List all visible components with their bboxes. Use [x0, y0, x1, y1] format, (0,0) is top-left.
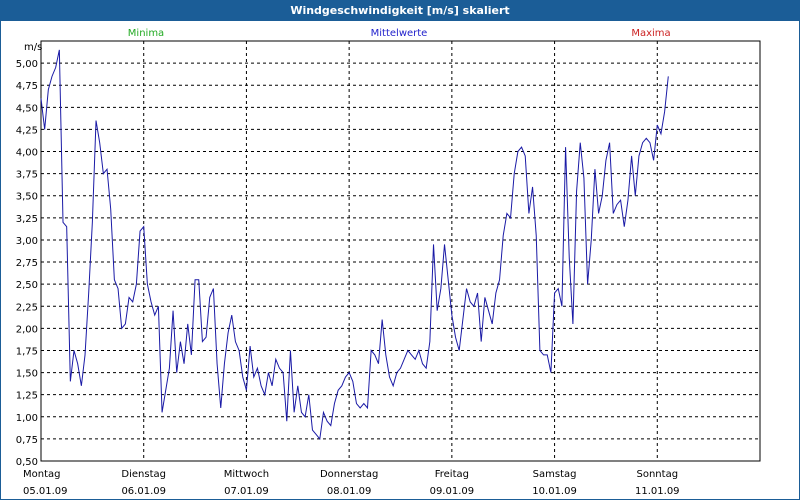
x-tick-date-label: 08.01.09 — [327, 486, 372, 497]
x-tick-date-label: 09.01.09 — [430, 486, 475, 497]
y-tick-label: 4,50 — [16, 103, 38, 114]
x-tick-date-label: 07.01.09 — [224, 486, 269, 497]
y-tick-label: 5,00 — [16, 59, 38, 70]
y-tick-label: 1,25 — [16, 391, 38, 402]
y-tick-label: 0,75 — [16, 435, 38, 446]
y-axis-ticks: 5,00 4,75 4,50 4,25 4,00 3,75 3,50 3,25 3,00 2,75… — [16, 59, 38, 468]
x-axis-ticks: Montag 05.01.09 Dienstag 06.01.09 Mittwoch 07… — [23, 469, 680, 497]
y-tick-label: 3,75 — [16, 170, 38, 181]
x-tick-date-label: 11.01.09 — [635, 486, 680, 497]
x-tick-day-label: Dienstag — [121, 469, 166, 480]
x-tick-day-label: Samstag — [533, 469, 577, 480]
plot-frame — [40, 40, 761, 462]
legend-mittelwerte: Mittelwerte — [371, 28, 428, 39]
x-tick-day-label: Donnerstag — [320, 469, 378, 480]
y-tick-label: 2,25 — [16, 302, 38, 313]
y-tick-label: 4,75 — [16, 81, 38, 92]
x-tick-day-label: Mittwoch — [224, 469, 269, 480]
y-tick-label: 3,00 — [16, 236, 38, 247]
line-chart: Minima Mittelwerte Maxima m/s 5,00 4,75 4,… — [16, 28, 761, 497]
x-tick-day-label: Sonntag — [637, 469, 679, 480]
chart-window: Windgeschwindigkeit [m/s] skaliert Minim… — [0, 0, 800, 500]
y-tick-label: 2,00 — [16, 324, 38, 335]
y-tick-label: 2,75 — [16, 258, 38, 269]
y-tick-label: 4,25 — [16, 125, 38, 136]
x-tick-date-label: 10.01.09 — [532, 486, 577, 497]
grid — [41, 41, 760, 462]
x-tick-day-label: Freitag — [435, 469, 469, 480]
series-layer — [40, 49, 669, 441]
y-tick-label: 0,50 — [16, 457, 38, 468]
y-tick-label: 4,00 — [16, 148, 38, 159]
y-tick-label: 1,75 — [16, 346, 38, 357]
x-tick-date-label: 05.01.09 — [23, 486, 68, 497]
legend-minima: Minima — [128, 28, 164, 39]
y-tick-label: 1,50 — [16, 369, 38, 380]
y-axis-unit-label: m/s — [24, 42, 42, 53]
legend-maxima: Maxima — [631, 28, 670, 39]
y-tick-label: 2,50 — [16, 280, 38, 291]
y-tick-label: 3,50 — [16, 192, 38, 203]
series-line-mittelwerte — [40, 49, 669, 441]
x-tick-day-label: Montag — [23, 469, 60, 480]
x-tick-date-label: 06.01.09 — [121, 486, 166, 497]
y-tick-label: 3,25 — [16, 214, 38, 225]
y-tick-label: 1,00 — [16, 413, 38, 424]
